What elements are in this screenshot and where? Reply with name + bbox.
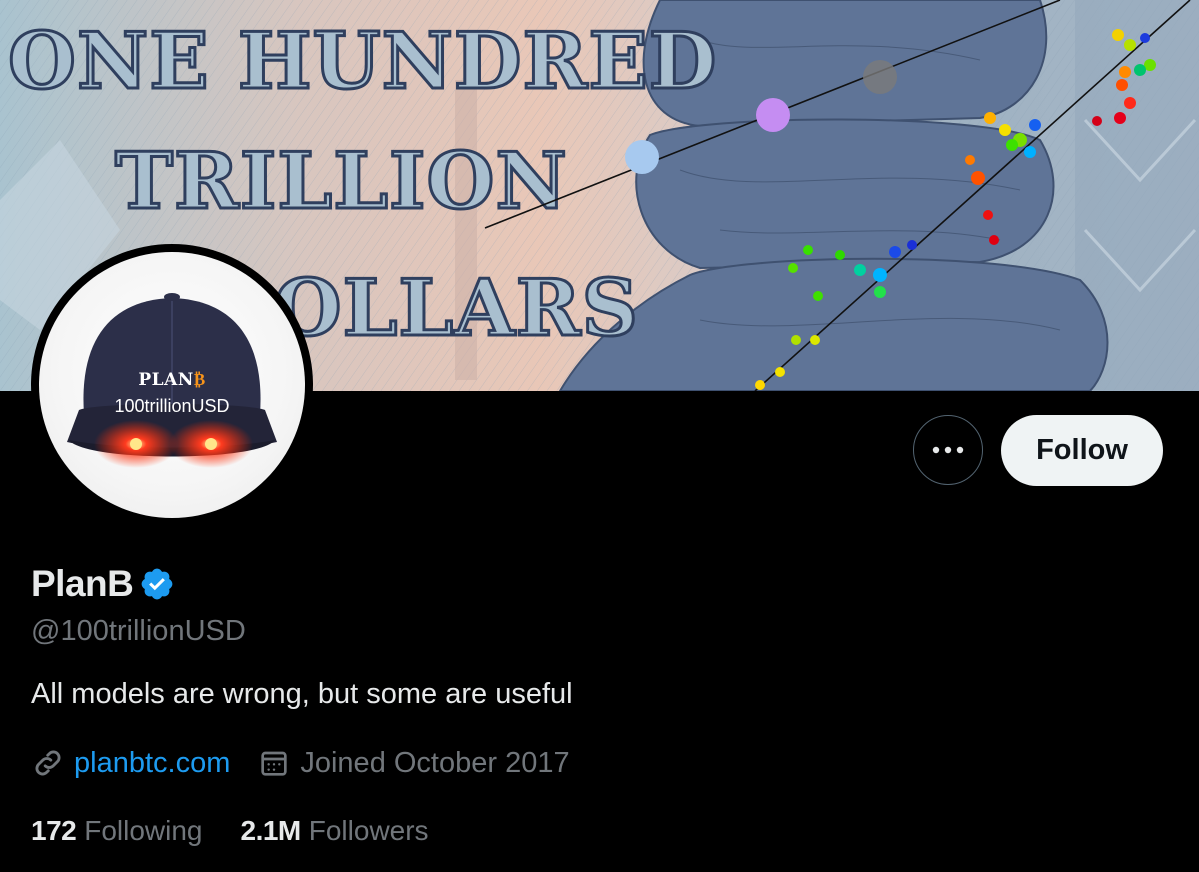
verified-badge-icon[interactable]	[139, 566, 175, 602]
joined-date: Joined October 2017	[258, 746, 570, 780]
display-name: PlanB	[31, 563, 134, 604]
followers-count: 2.1M	[240, 815, 302, 846]
link-icon	[31, 746, 65, 780]
follow-button[interactable]: Follow	[1001, 415, 1163, 486]
banknote-text-line-1: ONE HUNDRED	[8, 16, 717, 107]
profile-avatar[interactable]: PLAN₿ 100trillionUSD	[31, 244, 313, 526]
user-handle: @100trillionUSD	[31, 615, 246, 647]
website-link[interactable]: planbtc.com	[74, 747, 230, 780]
joined-text: Joined October 2017	[300, 746, 570, 779]
more-options-button[interactable]	[913, 415, 983, 485]
following-count: 172	[31, 815, 77, 846]
ellipsis-icon	[932, 446, 964, 454]
user-bio: All models are wrong, but some are usefu…	[31, 678, 573, 710]
following-stat[interactable]: 172 Following	[31, 815, 203, 847]
cap-brand: PLAN₿	[138, 370, 206, 390]
avatar-image: PLAN₿ 100trillionUSD	[39, 252, 305, 518]
followers-stat[interactable]: 2.1M Followers	[241, 815, 429, 847]
calendar-icon	[258, 747, 290, 779]
following-label: Following	[84, 815, 203, 846]
banknote-text-line-2: TRILLION	[115, 136, 568, 227]
profile-meta-row: planbtc.com Joined October 2017	[31, 743, 570, 783]
followers-label: Followers	[308, 815, 429, 846]
display-name-row: PlanB	[31, 562, 175, 606]
cap-handle: 100trillionUSD	[114, 396, 230, 416]
profile-stats: 172 Following 2.1M Followers	[31, 812, 429, 850]
